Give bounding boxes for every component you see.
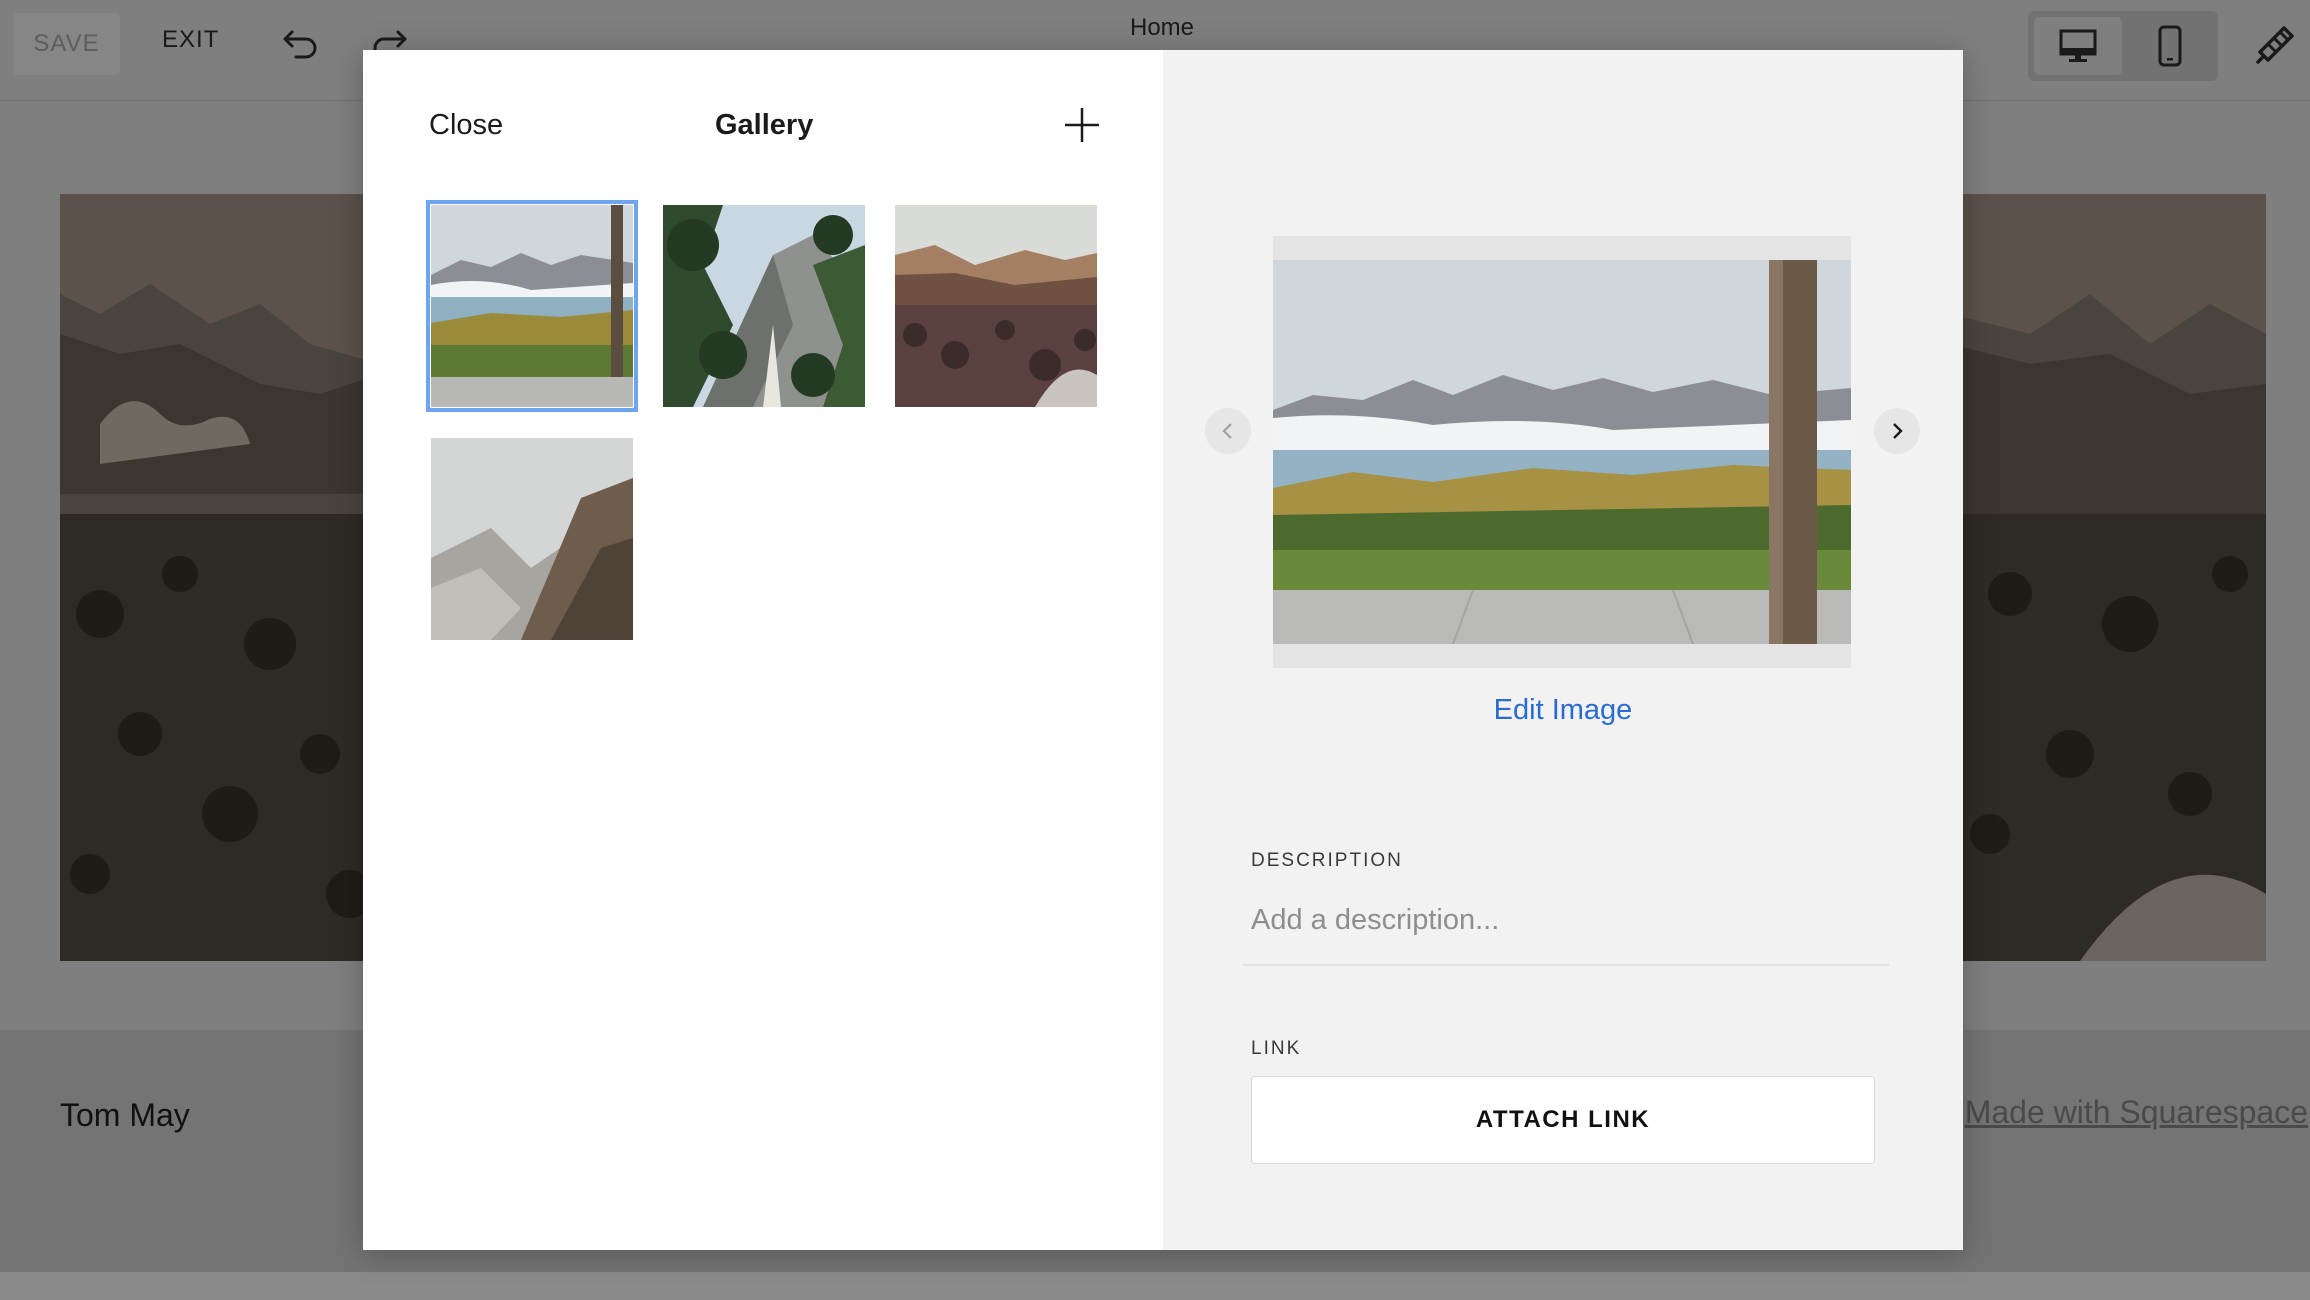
gallery-thumbnail[interactable] <box>426 200 638 412</box>
chevron-left-icon <box>1222 423 1232 439</box>
edit-image-link[interactable]: Edit Image <box>1163 694 1963 727</box>
gallery-editor-modal: Close Gallery Edit Image DESCRIPTION Add… <box>363 50 1963 1250</box>
description-input[interactable] <box>1251 900 1891 940</box>
gallery-panel: Close Gallery <box>363 50 1163 1250</box>
next-image-button[interactable] <box>1874 408 1920 454</box>
image-preview <box>1273 260 1851 644</box>
site-title[interactable]: Tom May <box>60 1097 190 1134</box>
previous-image-button[interactable] <box>1205 408 1251 454</box>
description-divider <box>1243 964 1889 966</box>
desktop-view-button[interactable] <box>2034 17 2122 75</box>
style-icon[interactable] <box>2254 22 2298 66</box>
gallery-thumbnail[interactable] <box>895 205 1097 407</box>
device-toggle <box>2028 11 2218 81</box>
chevron-right-icon <box>1893 423 1903 439</box>
mobile-icon <box>2158 25 2182 67</box>
gallery-thumbnail[interactable] <box>663 205 865 407</box>
plus-icon[interactable] <box>1063 106 1101 144</box>
bottom-strip <box>0 1272 2310 1300</box>
hero-image-left <box>60 194 380 961</box>
gallery-title: Gallery <box>715 109 814 141</box>
attach-link-button[interactable]: ATTACH LINK <box>1251 1076 1875 1164</box>
page-title: Home <box>1129 14 1195 41</box>
description-label: DESCRIPTION <box>1251 850 1403 871</box>
image-preview-frame <box>1273 236 1851 668</box>
hero-image-right <box>1950 194 2266 961</box>
made-with-squarespace-link[interactable]: Made with Squarespace <box>1965 1094 2308 1131</box>
close-button[interactable]: Close <box>429 109 503 142</box>
image-detail-panel: Edit Image DESCRIPTION LINK ATTACH LINK <box>1163 50 1963 1250</box>
desktop-icon <box>2059 29 2097 62</box>
link-label: LINK <box>1251 1038 1302 1059</box>
mobile-view-button[interactable] <box>2128 17 2212 75</box>
gallery-thumbnail[interactable] <box>431 438 633 640</box>
footer-link-mask: Made with Squarespace <box>1962 1090 2310 1140</box>
